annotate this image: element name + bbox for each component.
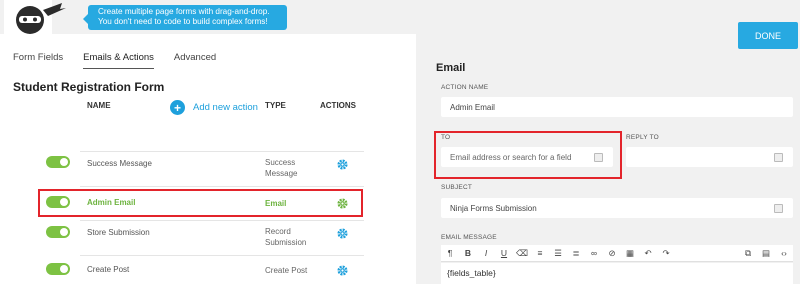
- add-new-action-label: Add new action: [193, 102, 258, 113]
- done-button[interactable]: DONE: [738, 22, 798, 49]
- tab-form-fields[interactable]: Form Fields: [13, 52, 63, 69]
- email-message-editor[interactable]: {fields_table}: [441, 263, 793, 284]
- action-name[interactable]: Create Post: [87, 265, 129, 274]
- toggle-knob: [60, 265, 68, 273]
- action-name[interactable]: Success Message: [87, 159, 152, 168]
- underline-icon[interactable]: U: [495, 245, 513, 262]
- ninja-logo-icon: [4, 0, 66, 34]
- toggle-switch[interactable]: [46, 156, 70, 168]
- paragraph-icon[interactable]: ¶: [441, 245, 459, 262]
- ordered-list-icon[interactable]: ≡: [531, 245, 549, 262]
- toggle-switch[interactable]: [46, 226, 70, 238]
- highlight-box: [38, 189, 363, 217]
- bold-icon[interactable]: B: [459, 245, 477, 262]
- undo-icon[interactable]: ↶: [639, 245, 657, 262]
- row-divider: [80, 151, 364, 152]
- action-type: Record Submission: [265, 227, 307, 247]
- column-header-type: TYPE: [265, 101, 286, 110]
- link-icon[interactable]: ∞: [585, 245, 603, 262]
- italic-icon[interactable]: I: [477, 245, 495, 262]
- list-view-icon[interactable]: ▤: [757, 245, 775, 262]
- row-divider: [80, 186, 364, 187]
- highlight-box: [434, 131, 622, 179]
- toggle-knob: [60, 228, 68, 236]
- tooltip-text: Create multiple page forms with drag-and…: [98, 7, 270, 26]
- unlink-icon[interactable]: ⊘: [603, 245, 621, 262]
- tooltip: Create multiple page forms with drag-and…: [83, 5, 287, 30]
- subject-label: SUBJECT: [441, 184, 473, 191]
- form-title: Student Registration Form: [13, 80, 165, 94]
- gear-icon[interactable]: [337, 265, 348, 276]
- tab-advanced[interactable]: Advanced: [174, 52, 216, 69]
- tooltip-arrow: [83, 14, 88, 24]
- action-name-input[interactable]: Admin Email: [441, 97, 793, 117]
- action-type: Create Post: [265, 266, 308, 275]
- column-header-actions: ACTIONS: [320, 101, 356, 110]
- column-header-name: NAME: [87, 101, 111, 110]
- code-view-icon[interactable]: ‹›: [775, 245, 793, 262]
- tab-emails-actions[interactable]: Emails & Actions: [83, 52, 154, 69]
- subject-value: Ninja Forms Submission: [450, 203, 537, 213]
- action-name-label: ACTION NAME: [441, 84, 489, 91]
- merge-tag-icon[interactable]: [774, 153, 783, 162]
- align-icon[interactable]: ≣: [567, 245, 585, 262]
- table-icon[interactable]: ▦: [621, 245, 639, 262]
- redo-icon[interactable]: ↷: [657, 245, 675, 262]
- gear-icon[interactable]: [337, 159, 348, 170]
- merge-tag-icon[interactable]: [774, 204, 783, 213]
- toggle-knob: [60, 158, 68, 166]
- eraser-icon[interactable]: ⌫: [513, 245, 531, 262]
- top-bar: Create multiple page forms with drag-and…: [0, 0, 800, 34]
- reply-to-label: REPLY TO: [626, 134, 659, 141]
- gear-icon[interactable]: [337, 228, 348, 239]
- reply-to-input[interactable]: [626, 147, 793, 167]
- row-divider: [80, 220, 364, 221]
- add-new-action-button[interactable]: + Add new action: [170, 100, 258, 115]
- subject-input[interactable]: Ninja Forms Submission: [441, 198, 793, 218]
- plus-icon: +: [170, 100, 185, 115]
- unordered-list-icon[interactable]: ☰: [549, 245, 567, 262]
- editor-toolbar: ¶ B I U ⌫ ≡ ☰ ≣ ∞ ⊘ ▦ ↶ ↷ ⧉ ▤ ‹›: [441, 245, 793, 262]
- panel-title: Email: [436, 62, 466, 74]
- action-name[interactable]: Store Submission: [87, 228, 150, 237]
- merge-tags-icon[interactable]: ⧉: [739, 245, 757, 262]
- email-message-label: EMAIL MESSAGE: [441, 234, 497, 241]
- toggle-switch[interactable]: [46, 263, 70, 275]
- action-type: Success Message: [265, 158, 298, 178]
- tab-bar: Form Fields Emails & Actions Advanced: [13, 52, 236, 69]
- row-divider: [80, 255, 364, 256]
